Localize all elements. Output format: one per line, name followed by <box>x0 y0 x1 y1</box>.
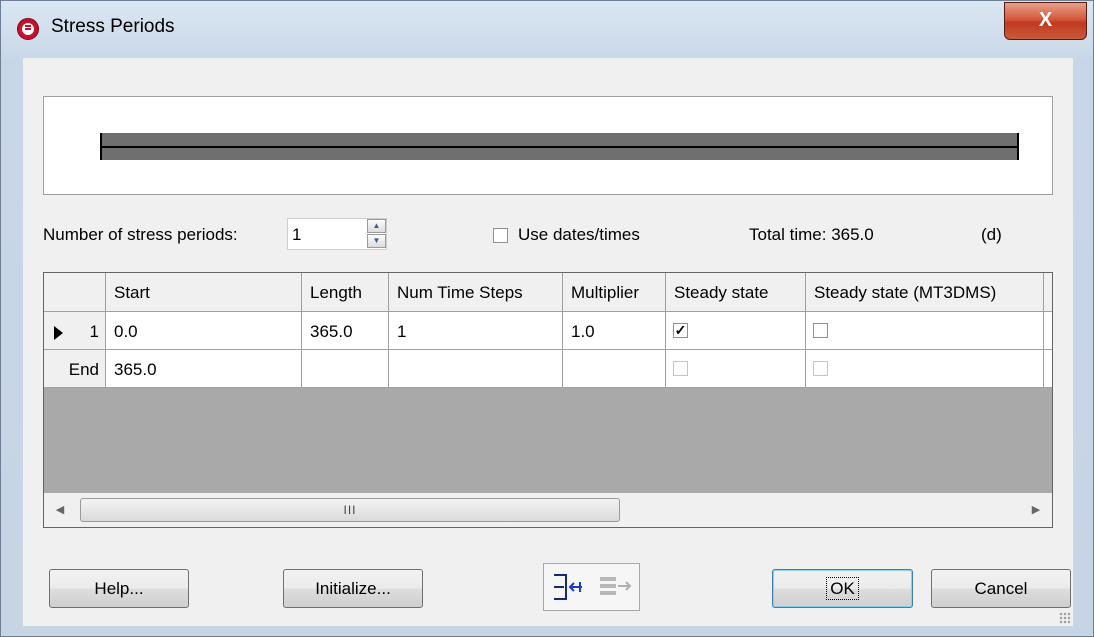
steady-state-checkbox-end <box>673 361 688 376</box>
stress-periods-dialog: Stress Periods X Number of stress period… <box>0 0 1094 637</box>
ok-button[interactable]: OK <box>772 569 913 608</box>
use-dates-checkbox[interactable] <box>493 228 508 243</box>
total-time-label: Total time: 365.0 <box>749 225 874 244</box>
cell-start-end[interactable]: 365.0 <box>106 350 302 388</box>
dialog-body: Number of stress periods: 1 ▲ ▼ Use date… <box>23 58 1073 626</box>
cell-multiplier-1[interactable]: 1.0 <box>563 312 666 350</box>
cell-steady-state-mt3dms-end <box>806 350 1044 388</box>
window-title: Stress Periods <box>51 16 175 37</box>
cell-multiplier-end <box>563 350 666 388</box>
row-tools-group <box>543 563 640 611</box>
timeline-panel <box>43 96 1053 195</box>
cell-steady-state-1[interactable]: ✓ <box>666 312 806 350</box>
column-header-t[interactable]: T <box>1044 273 1052 312</box>
column-header-length[interactable]: Length <box>302 273 389 312</box>
initialize-button[interactable]: Initialize... <box>283 569 423 608</box>
insert-row-icon[interactable] <box>546 565 590 609</box>
cell-steady-state-end <box>666 350 806 388</box>
steady-state-mt3dms-checkbox-1[interactable] <box>813 323 828 338</box>
steady-state-checkbox-1[interactable]: ✓ <box>673 323 688 338</box>
spin-down-icon[interactable]: ▼ <box>367 234 386 248</box>
column-header-num-time-steps[interactable]: Num Time Steps <box>389 273 563 312</box>
cell-length-1[interactable]: 365.0 <box>302 312 389 350</box>
app-logo-icon <box>17 18 39 40</box>
timeline-divider-line <box>100 146 1019 148</box>
cancel-button[interactable]: Cancel <box>931 569 1071 608</box>
column-header-start[interactable]: Start <box>106 273 302 312</box>
column-header-multiplier[interactable]: Multiplier <box>563 273 666 312</box>
spin-up-icon[interactable]: ▲ <box>367 219 386 233</box>
cell-t-end <box>1044 350 1052 388</box>
row-header-label: 1 <box>89 322 99 341</box>
scroll-thumb[interactable]: III <box>80 498 620 522</box>
cell-start-1[interactable]: 0.0 <box>106 312 302 350</box>
ok-button-label: OK <box>826 577 859 600</box>
cell-num-time-steps-1[interactable]: 1 <box>389 312 563 350</box>
help-button[interactable]: Help... <box>49 569 189 608</box>
cell-steady-state-mt3dms-1[interactable] <box>806 312 1044 350</box>
row-header-1[interactable]: 1 <box>44 312 106 350</box>
column-header-steady-state[interactable]: Steady state <box>666 273 806 312</box>
resize-grip-icon[interactable] <box>1059 612 1071 624</box>
delete-row-icon <box>600 577 632 595</box>
steady-state-mt3dms-checkbox-end <box>813 361 828 376</box>
row-header-end[interactable]: End <box>44 350 106 388</box>
corner-header-cell <box>44 273 106 312</box>
cell-num-time-steps-end <box>389 350 563 388</box>
close-button[interactable]: X <box>1004 2 1087 40</box>
title-bar[interactable]: Stress Periods X <box>1 1 1093 57</box>
stress-periods-table: Start Length Num Time Steps Multiplier S… <box>43 272 1053 528</box>
column-header-steady-state-mt3dms[interactable]: Steady state (MT3DMS) <box>806 273 1044 312</box>
current-row-arrow-icon <box>54 326 63 340</box>
scroll-right-arrow-icon[interactable]: ▶ <box>1026 499 1046 521</box>
horizontal-scrollbar[interactable]: ◀ III ▶ <box>44 493 1052 527</box>
use-dates-label: Use dates/times <box>518 225 640 244</box>
units-label: (d) <box>981 225 1002 244</box>
scroll-left-arrow-icon[interactable]: ◀ <box>50 499 70 521</box>
num-periods-label: Number of stress periods: <box>43 225 238 244</box>
cell-t-1[interactable]: 0 <box>1044 312 1052 350</box>
cell-length-end <box>302 350 389 388</box>
